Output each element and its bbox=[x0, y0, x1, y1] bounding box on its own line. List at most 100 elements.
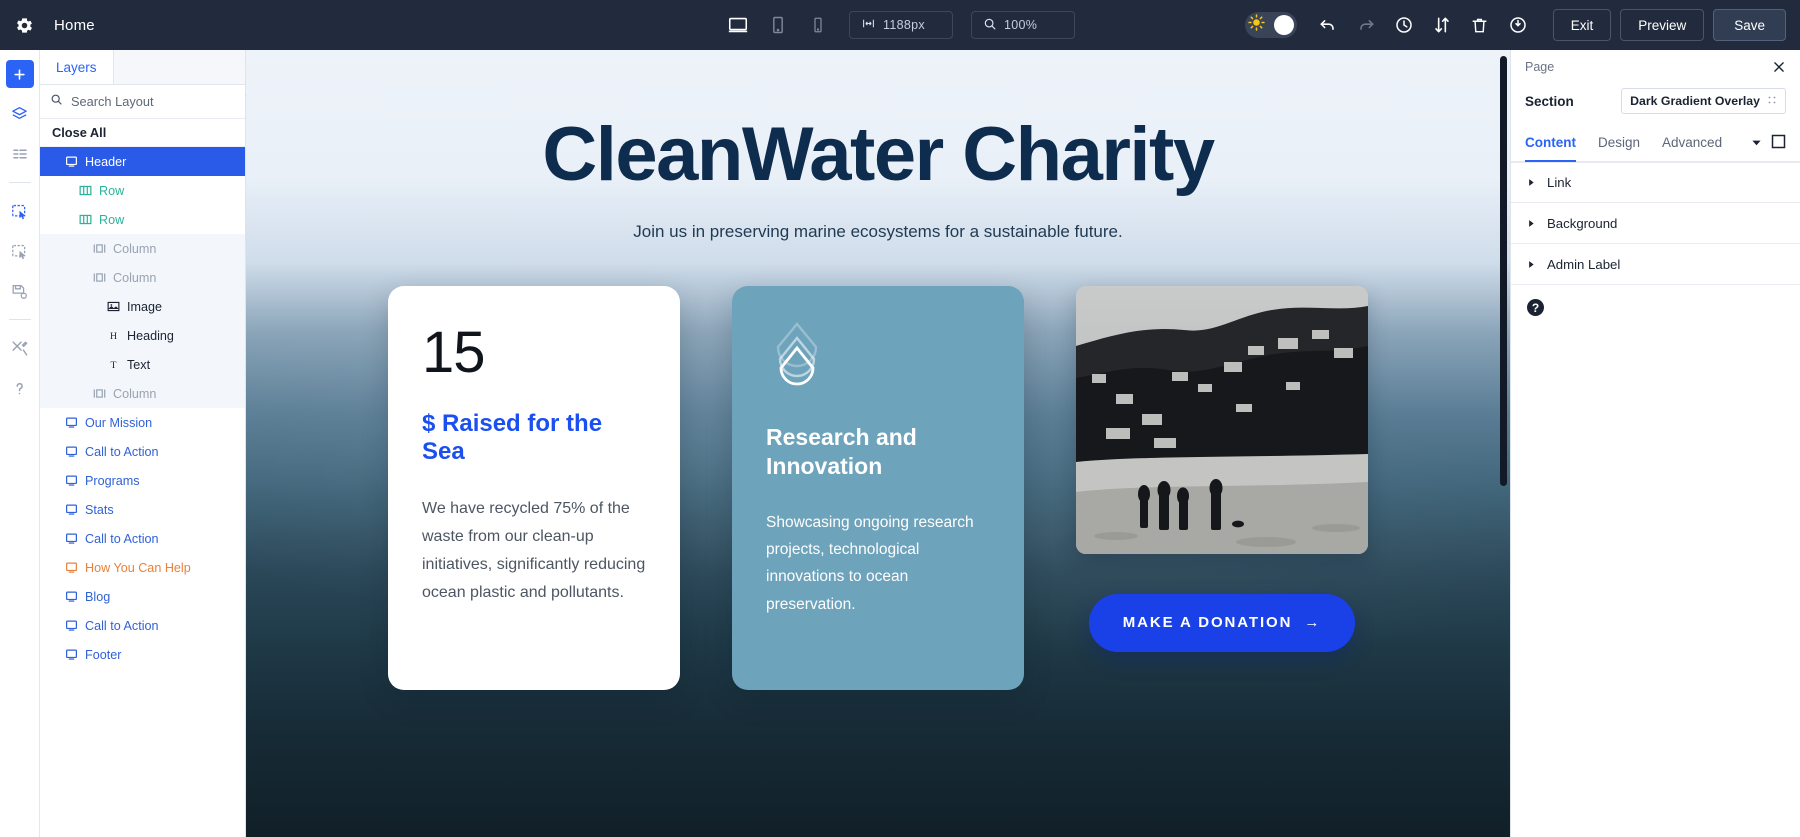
layer-node-our-mission[interactable]: Our Mission bbox=[40, 408, 245, 437]
sort-updown-icon[interactable] bbox=[1425, 8, 1459, 42]
layer-node-row[interactable]: Row bbox=[40, 176, 245, 205]
phone-icon[interactable] bbox=[805, 12, 831, 38]
toolbar-action-buttons: Exit Preview Save bbox=[1552, 9, 1786, 41]
gear-icon[interactable] bbox=[0, 0, 48, 50]
search-icon bbox=[50, 93, 63, 111]
heading-icon: H bbox=[106, 329, 120, 342]
section-value-chip[interactable]: Dark Gradient Overlay bbox=[1621, 88, 1786, 114]
layer-node-call-to-action[interactable]: Call to Action bbox=[40, 437, 245, 466]
clone-element-icon[interactable] bbox=[6, 237, 34, 265]
layer-node-label: Image bbox=[127, 299, 163, 314]
tab-layers[interactable]: Layers bbox=[40, 50, 114, 84]
stat-card[interactable]: 15 $ Raised for the Sea We have recycled… bbox=[388, 285, 680, 690]
canvas-preview: CleanWater Charity Join us in preserving… bbox=[246, 50, 1510, 837]
select-element-icon[interactable] bbox=[6, 197, 34, 225]
tab-design[interactable]: Design bbox=[1598, 126, 1640, 162]
question-circle-icon[interactable]: ? bbox=[1527, 299, 1544, 316]
add-icon[interactable] bbox=[5, 60, 34, 88]
photo-cta-column: MAKE A DONATION → bbox=[1076, 285, 1368, 652]
layer-node-row[interactable]: Row bbox=[40, 205, 245, 234]
settings-panel-title: Page bbox=[1525, 60, 1555, 74]
tab-advanced[interactable]: Advanced bbox=[1662, 126, 1722, 162]
save-button[interactable]: Save bbox=[1713, 9, 1786, 41]
layer-node-label: Our Mission bbox=[85, 415, 153, 430]
settings-panel: Page Section Dark Gradient Overlay Conte… bbox=[1510, 50, 1800, 837]
viewport-width-field[interactable]: 1188px bbox=[849, 11, 953, 39]
triangle-right-icon bbox=[1527, 175, 1536, 190]
zoom-field[interactable]: 100% bbox=[971, 11, 1075, 39]
undo-icon[interactable] bbox=[1311, 8, 1345, 42]
layer-node-label: Header bbox=[85, 154, 127, 169]
column-icon bbox=[92, 242, 106, 255]
layer-node-header[interactable]: Header bbox=[40, 147, 245, 176]
section-icon bbox=[64, 532, 78, 545]
search-input[interactable] bbox=[71, 94, 236, 109]
zoom-value: 100% bbox=[1004, 18, 1038, 32]
tablet-icon[interactable] bbox=[765, 12, 791, 38]
beach-hillside-photo[interactable] bbox=[1076, 285, 1368, 554]
triangle-right-icon bbox=[1527, 257, 1536, 272]
help-icon[interactable] bbox=[6, 374, 34, 402]
list-icon[interactable] bbox=[6, 140, 34, 168]
layer-node-label: Call to Action bbox=[85, 618, 159, 633]
trash-icon[interactable] bbox=[1463, 8, 1497, 42]
arrow-right-icon: → bbox=[1304, 614, 1322, 632]
research-card[interactable]: Research and Innovation Showcasing ongoi… bbox=[732, 285, 1024, 690]
research-body: Showcasing ongoing research projects, te… bbox=[766, 513, 974, 613]
hero-title: CleanWater Charity bbox=[542, 112, 1215, 197]
exit-button[interactable]: Exit bbox=[1552, 9, 1612, 41]
text-icon: T bbox=[106, 358, 120, 371]
save-layout-icon[interactable] bbox=[6, 277, 34, 305]
layers-search-row bbox=[40, 85, 256, 119]
layer-node-column[interactable]: Column bbox=[40, 234, 245, 263]
layer-node-label: Row bbox=[99, 212, 125, 227]
section-icon bbox=[64, 474, 78, 487]
layer-node-text[interactable]: T Text bbox=[40, 350, 245, 379]
layer-node-label: Footer bbox=[85, 647, 122, 662]
section-icon bbox=[64, 445, 78, 458]
layer-node-programs[interactable]: Programs bbox=[40, 466, 245, 495]
history-clock-icon[interactable] bbox=[1387, 8, 1421, 42]
preview-button[interactable]: Preview bbox=[1620, 9, 1705, 41]
desktop-icon[interactable] bbox=[725, 12, 751, 38]
layer-node-how-you-can-help[interactable]: How You Can Help bbox=[40, 553, 245, 582]
accordion-admin-label[interactable]: Admin Label bbox=[1511, 244, 1800, 285]
left-icon-rail bbox=[0, 50, 40, 837]
power-icon[interactable] bbox=[1501, 8, 1535, 42]
layers-icon[interactable] bbox=[6, 100, 34, 128]
accordion-link[interactable]: Link bbox=[1511, 162, 1800, 203]
close-all-button[interactable]: Close All bbox=[40, 119, 245, 147]
close-icon[interactable] bbox=[1772, 60, 1786, 74]
settings-tabstrip: Content Design Advanced bbox=[1511, 126, 1800, 162]
layer-node-blog[interactable]: Blog bbox=[40, 582, 245, 611]
page-title[interactable]: Home bbox=[54, 17, 95, 34]
layer-node-call-to-action[interactable]: Call to Action bbox=[40, 524, 245, 553]
layer-node-label: Call to Action bbox=[85, 531, 159, 546]
layer-node-label: Programs bbox=[85, 473, 140, 488]
cards-row: 15 $ Raised for the Sea We have recycled… bbox=[246, 285, 1510, 690]
make-donation-button[interactable]: MAKE A DONATION → bbox=[1088, 593, 1356, 652]
toolbar-center-controls: 1188px 100% bbox=[725, 11, 1075, 39]
layer-node-image[interactable]: Image bbox=[40, 292, 245, 321]
accordion-background[interactable]: Background bbox=[1511, 203, 1800, 244]
tab-content[interactable]: Content bbox=[1525, 126, 1576, 162]
layer-node-stats[interactable]: Stats bbox=[40, 495, 245, 524]
row-icon bbox=[78, 213, 92, 226]
layer-node-footer[interactable]: Footer bbox=[40, 640, 245, 669]
chevron-down-icon[interactable] bbox=[1751, 135, 1762, 153]
layer-node-column[interactable]: Column bbox=[40, 263, 245, 292]
layer-node-label: Text bbox=[127, 357, 151, 372]
layer-node-heading[interactable]: H Heading bbox=[40, 321, 245, 350]
section-icon bbox=[64, 155, 78, 168]
tools-icon[interactable] bbox=[6, 334, 34, 362]
layer-node-call-to-action[interactable]: Call to Action bbox=[40, 611, 245, 640]
layers-tabstrip: Layers bbox=[40, 50, 245, 85]
theme-toggle[interactable] bbox=[1244, 12, 1297, 38]
hero-section: CleanWater Charity Join us in preserving… bbox=[246, 50, 1510, 242]
page-builder-app: Home 1188px 100% Exit Preview Save Layer… bbox=[0, 0, 1800, 837]
redo-icon[interactable] bbox=[1349, 8, 1383, 42]
canvas-scrollbar[interactable] bbox=[1500, 56, 1507, 486]
square-icon[interactable] bbox=[1771, 134, 1786, 154]
layer-node-label: Row bbox=[99, 183, 125, 198]
layer-node-column[interactable]: Column bbox=[40, 379, 245, 408]
